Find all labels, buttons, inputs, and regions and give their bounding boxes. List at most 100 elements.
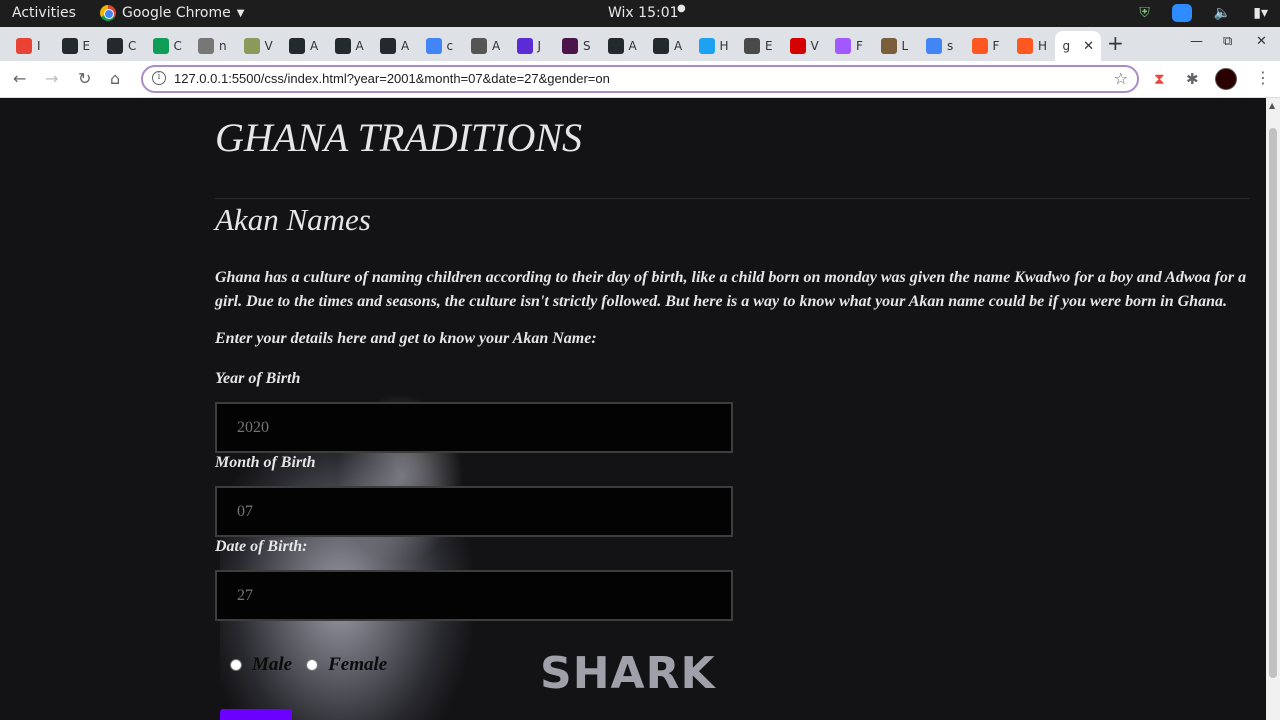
system-tray[interactable]: ⛨ 🔈 ▮▾ xyxy=(1139,4,1268,22)
home-icon[interactable]: ⌂ xyxy=(110,69,120,88)
star-icon[interactable]: ☆ xyxy=(1114,69,1128,88)
close-window-button[interactable]: ✕ xyxy=(1256,34,1267,49)
date-input[interactable] xyxy=(215,570,733,621)
helmet-brand-text: SHARK xyxy=(540,648,716,699)
month-input[interactable] xyxy=(215,486,733,537)
browser-tab[interactable]: s xyxy=(918,31,962,61)
github-icon xyxy=(653,38,669,54)
volume-icon[interactable]: 🔈 xyxy=(1214,5,1231,21)
github-icon xyxy=(61,38,78,54)
globe-icon xyxy=(471,38,487,54)
google-icon xyxy=(926,38,942,54)
browser-tab[interactable]: V xyxy=(236,31,280,61)
tab-label: A xyxy=(310,39,319,53)
back-icon[interactable]: ← xyxy=(13,69,26,88)
tab-label: V xyxy=(810,39,819,53)
male-label: Male xyxy=(252,654,293,675)
browser-tab[interactable]: c xyxy=(418,31,462,61)
url-text[interactable]: 127.0.0.1:5500/css/index.html?year=2001&… xyxy=(174,71,610,86)
browser-tab[interactable]: F xyxy=(827,31,871,61)
tab-label: E xyxy=(82,39,91,53)
shield-icon[interactable]: ⛨ xyxy=(1139,5,1150,21)
alert-icon xyxy=(789,38,806,54)
tab-label: C xyxy=(128,39,137,53)
scrollbar[interactable]: ▲ xyxy=(1266,98,1280,720)
doc-icon xyxy=(744,38,760,54)
forward-icon[interactable]: → xyxy=(45,69,58,88)
tab-label: H xyxy=(719,39,729,53)
section-title: Akan Names xyxy=(215,202,371,237)
browser-tab[interactable]: A xyxy=(281,31,325,61)
close-tab-icon[interactable]: ✕ xyxy=(1083,39,1094,54)
month-label: Month of Birth xyxy=(215,454,316,471)
web-page: SHARK GHANA TRADITIONS Akan Names Ghana … xyxy=(0,98,1266,720)
female-radio[interactable] xyxy=(306,659,319,671)
new-tab-button[interactable]: + xyxy=(1107,31,1124,55)
globe-icon xyxy=(198,38,214,54)
minimize-button[interactable]: — xyxy=(1190,34,1203,49)
figma-icon xyxy=(835,38,851,54)
menu-icon[interactable]: ⋮ xyxy=(1255,68,1271,87)
tab-label: A xyxy=(401,39,410,53)
browser-tab[interactable]: S xyxy=(554,31,598,61)
scrollbar-thumb[interactable] xyxy=(1269,128,1277,678)
clock[interactable]: Wix 15:01 xyxy=(608,5,679,21)
zoom-icon[interactable] xyxy=(1171,4,1192,22)
browser-tab[interactable]: F xyxy=(964,31,1008,61)
address-bar[interactable]: i 127.0.0.1:5500/css/index.html?year=200… xyxy=(141,65,1139,93)
tab-strip: I E C Cn V A A Ac A J S A A H E V F Ls F Hg ✕ xyxy=(0,27,1280,61)
browser-tab[interactable]: C xyxy=(99,31,143,61)
browser-tab[interactable]: A xyxy=(327,31,371,61)
submit-button[interactable] xyxy=(220,709,292,720)
tab-label: A xyxy=(674,39,683,53)
browser-tab[interactable]: n xyxy=(190,31,234,61)
browser-tab[interactable]: E xyxy=(54,31,98,61)
slack-icon xyxy=(562,38,578,54)
browser-tab[interactable]: A xyxy=(600,31,644,61)
github-icon xyxy=(380,38,396,54)
tab-label: V xyxy=(264,39,273,53)
tab-label: S xyxy=(583,39,591,53)
year-label: Year of Birth xyxy=(215,370,301,387)
tab-label: F xyxy=(992,39,1000,53)
blogger-icon xyxy=(1017,38,1033,54)
scroll-up-icon[interactable]: ▲ xyxy=(1269,101,1275,110)
browser-tab[interactable]: g ✕ xyxy=(1054,31,1101,61)
chrome-icon xyxy=(100,5,116,21)
male-radio[interactable] xyxy=(230,659,242,671)
divider xyxy=(215,198,1250,199)
intro-paragraph: Ghana has a culture of naming children a… xyxy=(215,269,1247,310)
browser-tab[interactable]: E xyxy=(736,31,780,61)
browser-tab[interactable]: V xyxy=(782,31,826,61)
extension-icon[interactable]: ⧗ xyxy=(1154,70,1165,88)
browser-tab[interactable]: L xyxy=(873,31,917,61)
browser-tab[interactable]: A xyxy=(463,31,507,61)
info-icon[interactable]: i xyxy=(152,71,166,85)
browser-tab[interactable]: J xyxy=(509,31,553,61)
app-menu[interactable]: Google Chrome ▼ xyxy=(100,5,244,21)
browser-tab[interactable]: C xyxy=(145,31,189,61)
restore-button[interactable]: ⧉ xyxy=(1223,34,1232,49)
gender-radio-group: Male Female xyxy=(230,654,387,676)
female-label: Female xyxy=(328,654,388,675)
browser-tab[interactable]: H xyxy=(1009,31,1053,61)
chat-icon xyxy=(971,38,988,54)
browser-tab[interactable]: A xyxy=(645,31,689,61)
activities-button[interactable]: Activities xyxy=(12,5,76,21)
reload-icon[interactable]: ↻ xyxy=(78,69,91,88)
tab-label: A xyxy=(492,39,501,53)
battery-icon[interactable]: ▮▾ xyxy=(1253,5,1268,21)
browser-tab[interactable]: I xyxy=(8,31,52,61)
github-icon xyxy=(334,38,351,54)
browser-tab[interactable]: H xyxy=(691,31,735,61)
avatar[interactable] xyxy=(1215,68,1237,90)
year-input[interactable] xyxy=(215,402,733,453)
jira-icon xyxy=(516,38,533,54)
plant-icon xyxy=(243,38,260,54)
browser-toolbar: ← → ↻ ⌂ i 127.0.0.1:5500/css/index.html?… xyxy=(0,61,1280,98)
github-icon xyxy=(607,38,624,54)
form-prompt: Enter your details here and get to know … xyxy=(215,330,597,347)
puzzle-icon[interactable]: ✱ xyxy=(1186,70,1199,88)
tab-label: C xyxy=(173,39,182,53)
browser-tab[interactable]: A xyxy=(372,31,416,61)
